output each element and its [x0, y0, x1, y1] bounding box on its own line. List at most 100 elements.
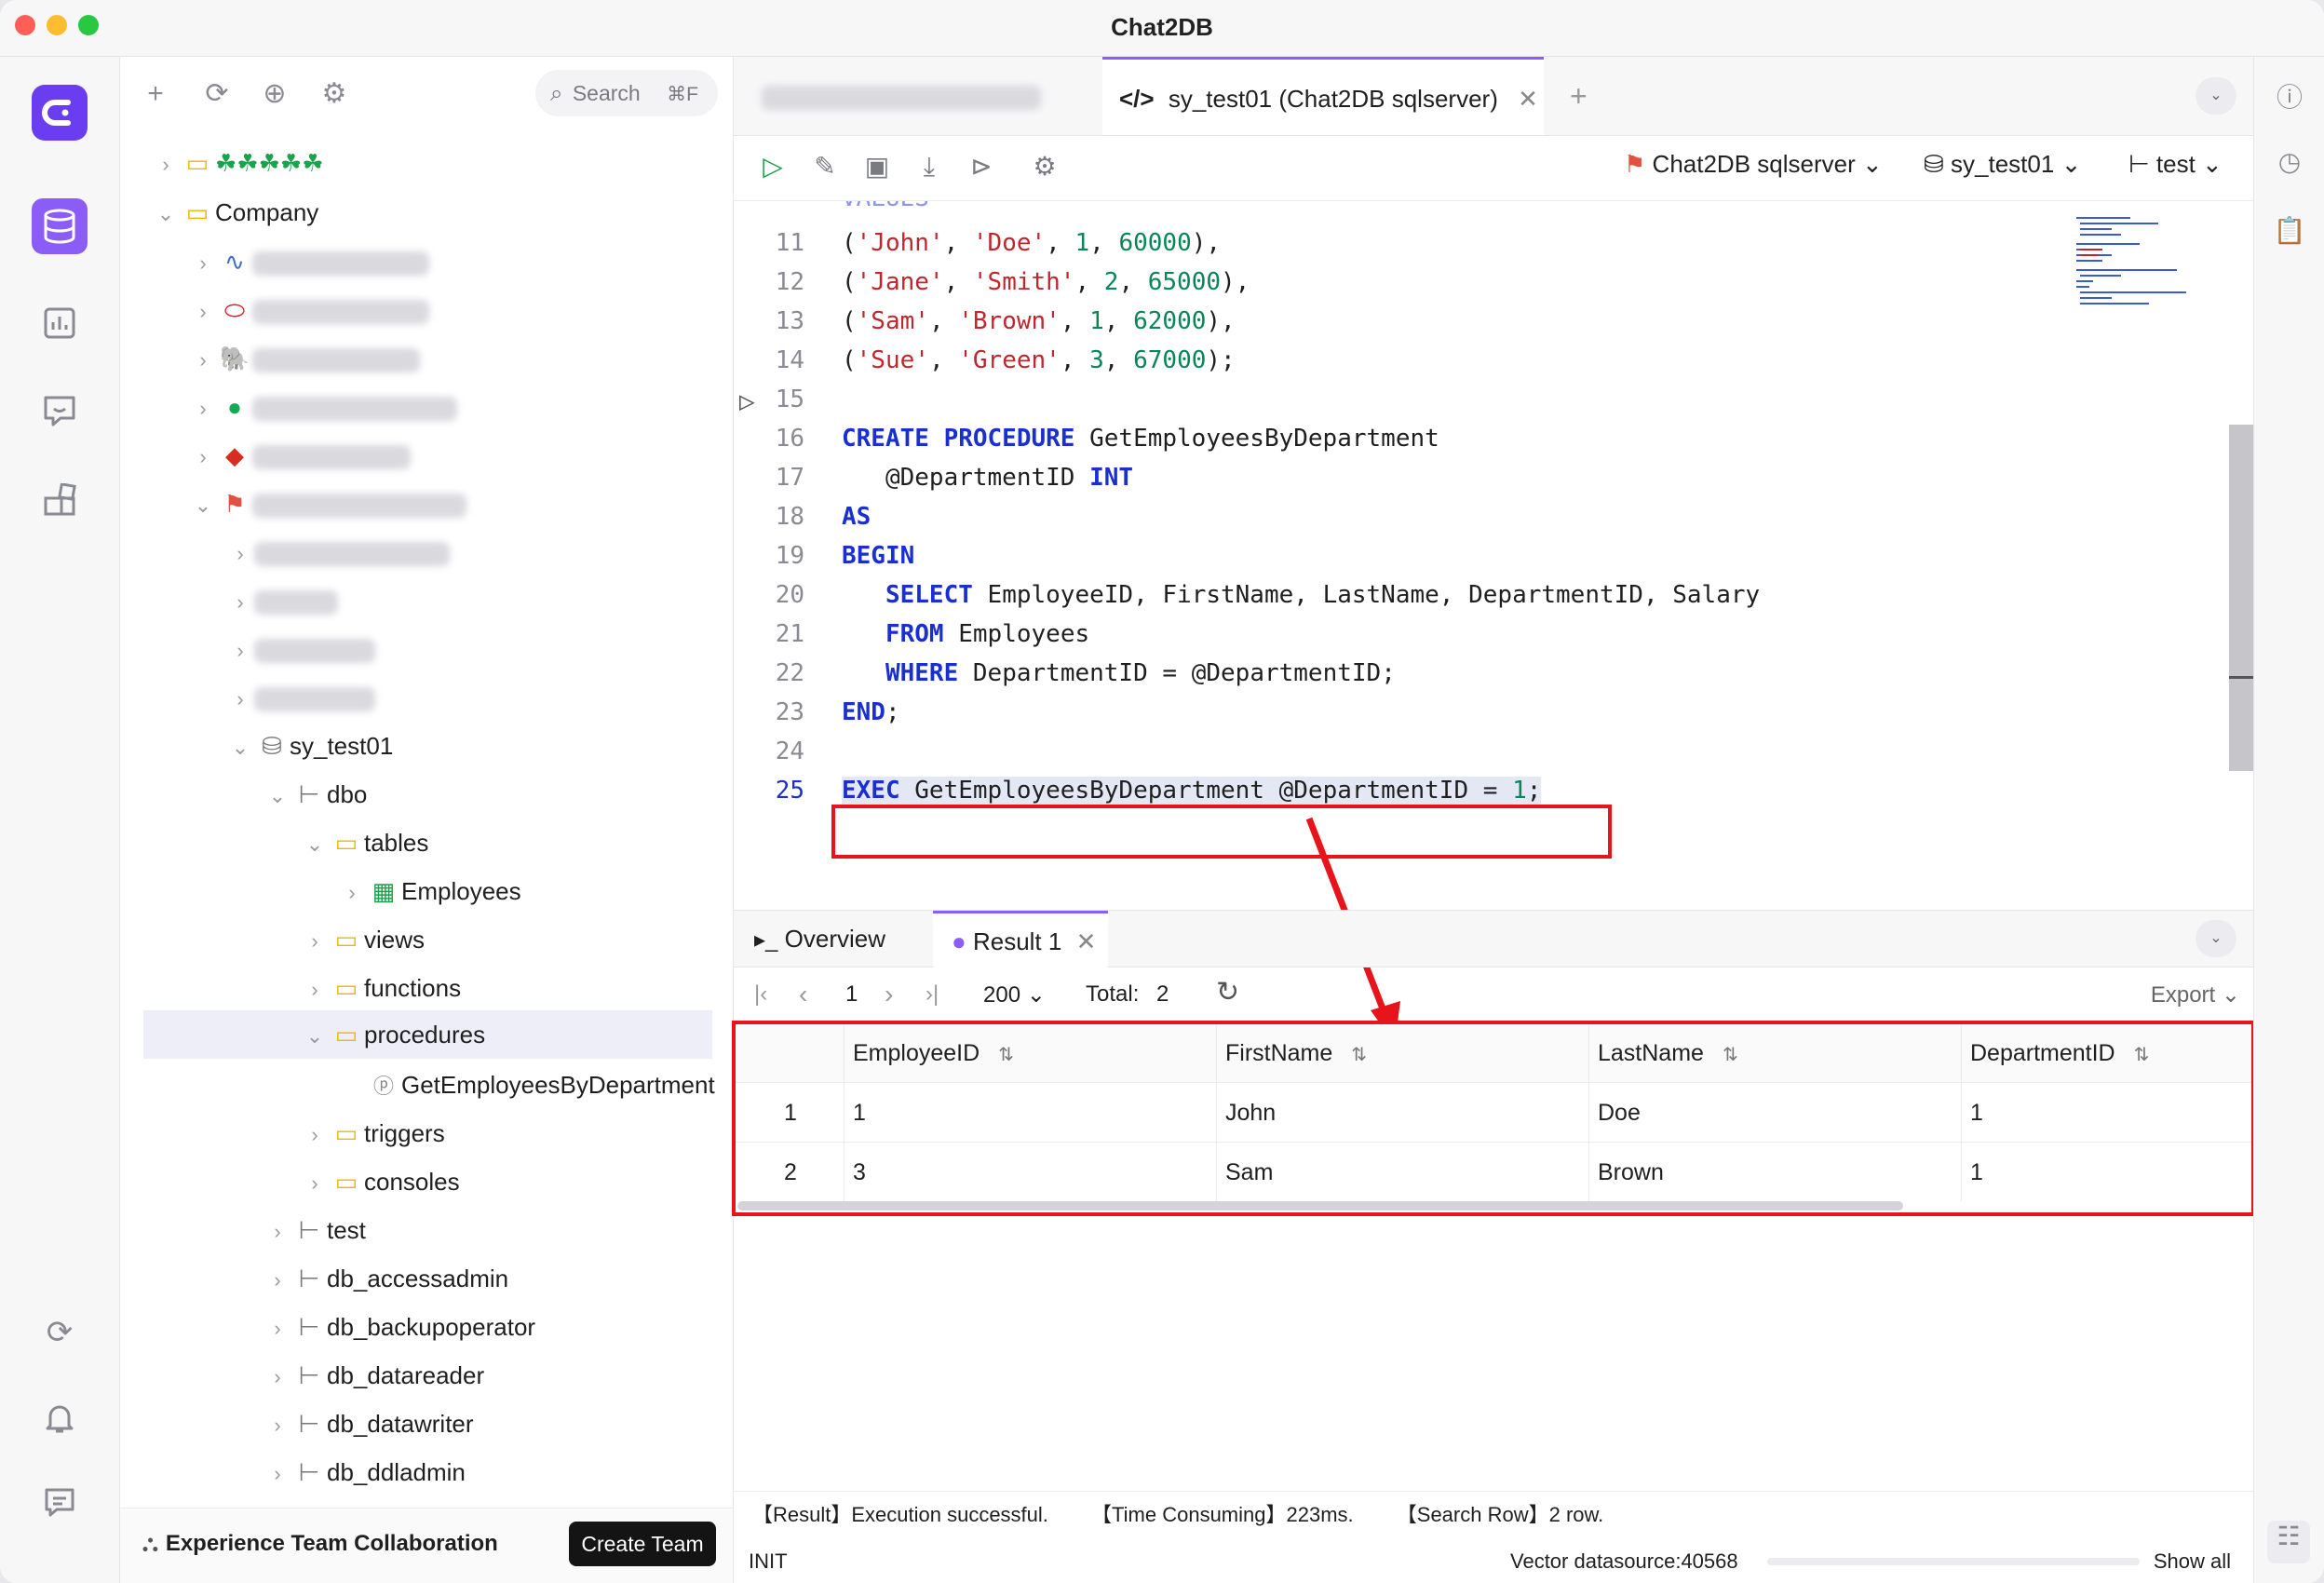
tree-node-schema[interactable]: › ⊢ db_datareader — [263, 1353, 484, 1398]
status-rows: 【Search Row】2 row. — [1396, 1503, 1604, 1526]
current-page: 1 — [845, 981, 858, 1007]
result-collapse-button[interactable]: ⌄ — [2196, 920, 2236, 957]
close-tab-icon[interactable]: ✕ — [1076, 927, 1097, 955]
folder-icon: ▭ — [334, 1168, 358, 1196]
next-page-icon[interactable]: › — [885, 980, 893, 1009]
settings-icon[interactable]: ⚙ — [316, 75, 353, 113]
chevron-down-icon: ⌄ — [156, 202, 175, 225]
team-banner: ⛬ Experience Team Collaboration Create Te… — [120, 1508, 733, 1583]
footer-status: INIT — [749, 1549, 788, 1573]
folder-icon: ▭ — [334, 1119, 358, 1147]
locate-icon[interactable]: ⊕ — [256, 75, 293, 113]
tree-node-redis[interactable]: › ◆ — [189, 433, 411, 478]
status-time: 【Time Consuming】223ms. — [1091, 1503, 1354, 1526]
tree-node-tables[interactable]: ⌄ ▭ tables — [301, 820, 429, 865]
first-page-icon[interactable]: |‹ — [754, 981, 767, 1008]
folder-icon: ▭ — [334, 974, 358, 1002]
tree-node-db-4[interactable]: › — [226, 675, 375, 720]
schema-icon: ⊢ — [298, 780, 320, 808]
tree-node-schema-dbo[interactable]: ⌄ ⊢ dbo — [263, 772, 368, 817]
title-bar: Chat2DB — [0, 0, 2324, 57]
right-rail: ⓘ ◷ 📋 ☷ — [2253, 57, 2324, 1583]
tree-node-postgres[interactable]: › 🐘 — [189, 336, 420, 381]
tree-node-procedures[interactable]: ⌄ ▭ procedures — [143, 1010, 712, 1059]
tree-node-db-3[interactable]: › — [226, 627, 375, 671]
clipboard-list-icon[interactable]: ☷ — [2267, 1521, 2310, 1563]
folder-icon: ▭ — [334, 926, 358, 954]
tree-node-schema[interactable]: › ⊢ db_accessadmin — [263, 1256, 508, 1301]
tree-node-mysql[interactable]: › ∿ — [189, 239, 429, 284]
tree-node-schema[interactable]: › ⊢ db_backupoperator — [263, 1305, 535, 1349]
progress-bar — [1767, 1558, 2140, 1565]
table-icon: ▦ — [372, 877, 396, 905]
procedure-icon: ⓟ — [372, 1075, 394, 1098]
tree-node-views[interactable]: › ▭ views — [301, 917, 425, 962]
oracle-icon: ⬭ — [223, 296, 246, 324]
folder-icon: ▭ — [185, 149, 209, 177]
activity-rail: ⟳ — [0, 57, 120, 1583]
tree-node-db-2[interactable]: › — [226, 578, 338, 623]
bell-icon[interactable] — [32, 1390, 88, 1446]
footer-bar: INIT Vector datasource:40568 Show all — [734, 1539, 2253, 1583]
tree-node-root[interactable]: › ▭ ☘☘☘☘☘ — [152, 141, 323, 185]
explorer-toolbar: + ⟳ ⊕ ⚙ ⌕ Search ⌘F — [120, 57, 733, 131]
folder-open-icon: ▭ — [185, 198, 209, 226]
chat-bot-icon[interactable] — [32, 383, 88, 439]
tree-node-db-1[interactable]: › — [226, 530, 450, 575]
app-window: Chat2DB ⟳ + ⟳ ⊕ ⚙ ⌕ Search ⌘F › ▭ ☘☘☘☘☘ … — [0, 0, 2324, 1583]
tree-node-consoles[interactable]: › ▭ consoles — [301, 1159, 459, 1204]
tree-node-oracle[interactable]: › ⬭ — [189, 288, 429, 332]
tree-node-sqlserver[interactable]: ⌄ ⚑ — [189, 481, 466, 526]
refresh-icon[interactable]: ↻ — [1216, 976, 1239, 1008]
check-circle-icon: ● — [952, 927, 966, 955]
show-all-link[interactable]: Show all — [2154, 1539, 2231, 1583]
feedback-icon[interactable] — [32, 1474, 88, 1530]
folder-open-icon: ▭ — [334, 1021, 358, 1049]
status-result: 【Result】Execution successful. — [752, 1503, 1048, 1526]
last-page-icon[interactable]: ›| — [926, 981, 939, 1008]
sqlserver-icon: ⚑ — [223, 490, 246, 518]
prev-page-icon[interactable]: ‹ — [799, 980, 807, 1009]
folder-open-icon: ▭ — [334, 829, 358, 857]
add-connection-icon[interactable]: + — [137, 75, 174, 113]
tree-node-schema[interactable]: › ⊢ db_ddladmin — [263, 1450, 466, 1495]
highlight-box — [732, 1021, 2255, 1216]
tab-result-1[interactable]: ● Result 1 ✕ — [933, 911, 1108, 967]
explorer-panel: + ⟳ ⊕ ⚙ ⌕ Search ⌘F › ▭ ☘☘☘☘☘ ⌄ ▭ Company › ∿… — [120, 57, 734, 1583]
tree-node-functions[interactable]: › ▭ functions — [301, 966, 461, 1010]
sync-icon[interactable]: ⟳ — [32, 1305, 88, 1360]
search-input[interactable]: ⌕ Search ⌘F — [535, 70, 718, 116]
tree-node-database[interactable]: ⌄ ⛁ sy_test01 — [226, 724, 394, 768]
history-icon[interactable]: ◷ — [2271, 146, 2308, 183]
pagination-bar: |‹ ‹ 1 › ›| 200 ⌄ Total: 2 ↻ Export ⌄ — [734, 967, 2253, 1024]
tab-overview[interactable]: ▸_ Overview — [754, 911, 885, 967]
tree-node-company[interactable]: ⌄ ▭ Company — [152, 190, 319, 235]
total-label: Total: — [1086, 981, 1140, 1007]
create-team-button[interactable]: Create Team — [569, 1522, 716, 1566]
app-logo-icon[interactable] — [32, 85, 88, 141]
terminal-icon: ▸_ — [754, 927, 778, 953]
main-area: </> sy_test01 (Chat2DB sqlserver) ✕ + ⌄ … — [732, 57, 2255, 1583]
dashboard-icon[interactable] — [32, 295, 88, 351]
team-icon: ⛬ — [142, 1531, 158, 1556]
clipboard-icon[interactable]: 📋 — [2271, 215, 2308, 252]
window-title: Chat2DB — [1111, 13, 1213, 41]
tree-node-procedure-item[interactable]: ⓟ GetEmployeesByDepartment — [366, 1062, 715, 1107]
postgres-icon: 🐘 — [219, 345, 250, 372]
tree-node-triggers[interactable]: › ▭ triggers — [301, 1111, 444, 1156]
team-banner-text: ⛬ Experience Team Collaboration — [142, 1531, 498, 1556]
tree-node-table-employees[interactable]: › ▦ Employees — [338, 869, 520, 913]
chevron-right-icon: › — [162, 153, 169, 176]
info-icon[interactable]: ⓘ — [2271, 77, 2308, 115]
database-icon: ⛁ — [262, 732, 282, 760]
total-value: 2 — [1156, 981, 1169, 1007]
page-size-select[interactable]: 200 ⌄ — [983, 981, 1046, 1008]
export-button[interactable]: Export ⌄ — [2151, 981, 2240, 1008]
database-icon[interactable] — [32, 198, 88, 254]
result-grid: EmployeeID ⇅ FirstName ⇅ LastName ⇅ Departm… — [732, 1021, 2255, 1220]
refresh-icon[interactable]: ⟳ — [198, 75, 236, 113]
plugins-icon[interactable] — [32, 472, 88, 528]
tree-node-schema[interactable]: › ⊢ test — [263, 1208, 366, 1252]
tree-node-schema[interactable]: › ⊢ db_datawriter — [263, 1401, 473, 1446]
tree-node-mongodb[interactable]: › ● — [189, 385, 457, 429]
